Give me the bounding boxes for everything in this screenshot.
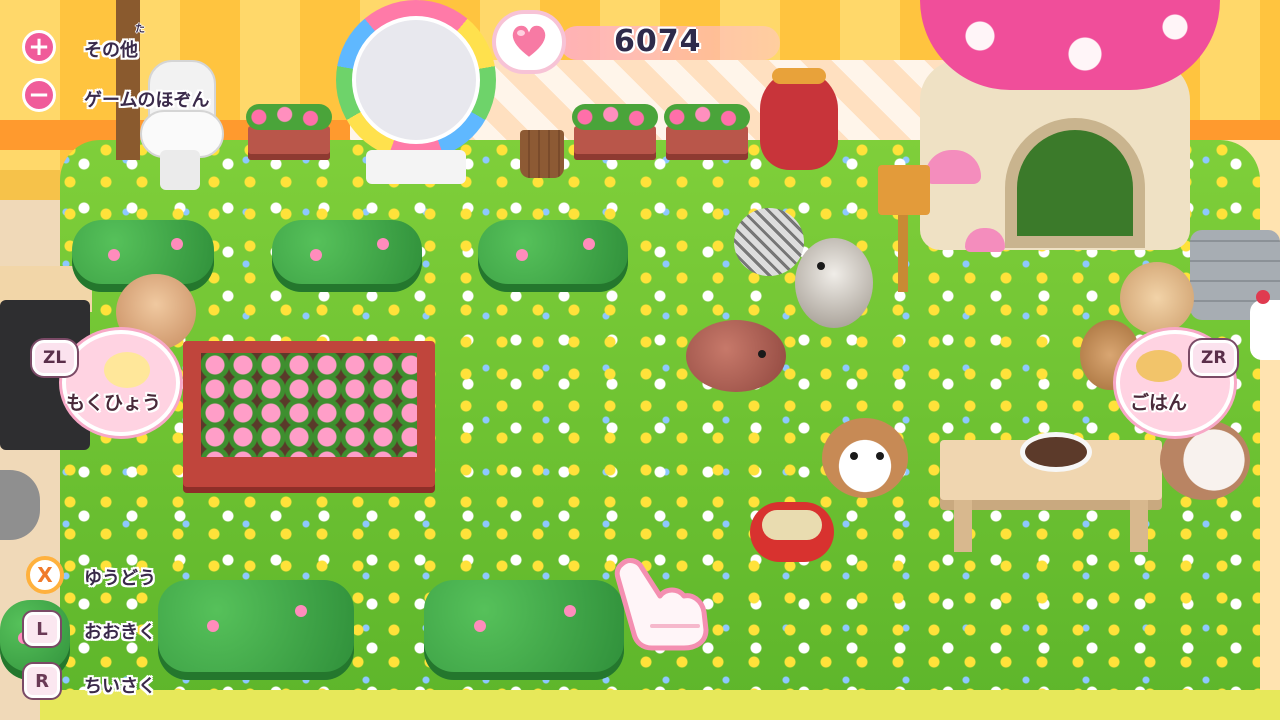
ruby-text: た: [135, 24, 145, 35]
food-label: ごはん: [1130, 392, 1188, 414]
hamster-eye: [758, 350, 766, 358]
zoom-out-label: ちいさく: [84, 676, 156, 697]
flower-planter[interactable]: [246, 104, 332, 160]
zoom-in-label: おおきく: [84, 622, 156, 643]
honey-pot[interactable]: [760, 68, 838, 170]
mailbox-pole: [898, 212, 908, 292]
lawn-edge: [40, 690, 1280, 720]
food-icon: [1136, 350, 1182, 382]
minus-icon[interactable]: −: [22, 78, 56, 112]
sleeping-hamster-icon: [104, 352, 150, 388]
save-game-label: ゲームのほぞん: [84, 90, 210, 111]
plus-icon[interactable]: +: [22, 30, 56, 64]
bush: [478, 220, 628, 292]
hand-cursor-icon[interactable]: [612, 556, 712, 652]
zl-button[interactable]: ZL: [32, 340, 78, 376]
mailbox[interactable]: [878, 165, 930, 215]
flower-bed-soil: [201, 353, 417, 457]
hamster-calico[interactable]: [822, 418, 908, 498]
r-button[interactable]: R: [24, 664, 60, 698]
brick-flower-bed[interactable]: [183, 341, 435, 487]
zr-button[interactable]: ZR: [1190, 340, 1238, 376]
toilet-item[interactable]: [140, 60, 224, 190]
flower-planter[interactable]: [664, 104, 750, 160]
apple-food-bowl[interactable]: [750, 502, 834, 562]
other-menu-label: その他: [84, 40, 138, 61]
l-button[interactable]: L: [24, 612, 60, 646]
bush: [272, 220, 422, 292]
x-button[interactable]: X: [26, 556, 64, 594]
mushroom-house-door: [1005, 118, 1145, 248]
affection-counter: 6074: [614, 24, 702, 59]
wooden-bucket[interactable]: [520, 130, 564, 178]
hamster-eye: [850, 452, 858, 460]
goal-label: もくひょう: [66, 392, 162, 414]
guide-label: ゆうどう: [84, 568, 156, 589]
exercise-wheel[interactable]: [336, 0, 496, 160]
cake-item[interactable]: [1250, 290, 1280, 360]
bush: [424, 580, 624, 680]
bush: [158, 580, 354, 680]
toilet-base: [160, 150, 200, 190]
wheel-stand: [366, 150, 466, 184]
hamster-cream[interactable]: [1120, 262, 1194, 334]
flower-planter[interactable]: [572, 104, 658, 160]
table-leg: [1130, 500, 1148, 552]
heart-icon: [510, 23, 548, 60]
hamster-eye: [817, 262, 825, 270]
hamster-tabby[interactable]: [734, 208, 804, 276]
table-leg: [954, 500, 972, 552]
hamster-eye: [876, 452, 884, 460]
hamster-grey[interactable]: [795, 238, 873, 328]
hamster-brown[interactable]: [686, 320, 786, 392]
ramen-bowl[interactable]: [1020, 432, 1092, 472]
mushroom-house-roof: [920, 0, 1220, 90]
